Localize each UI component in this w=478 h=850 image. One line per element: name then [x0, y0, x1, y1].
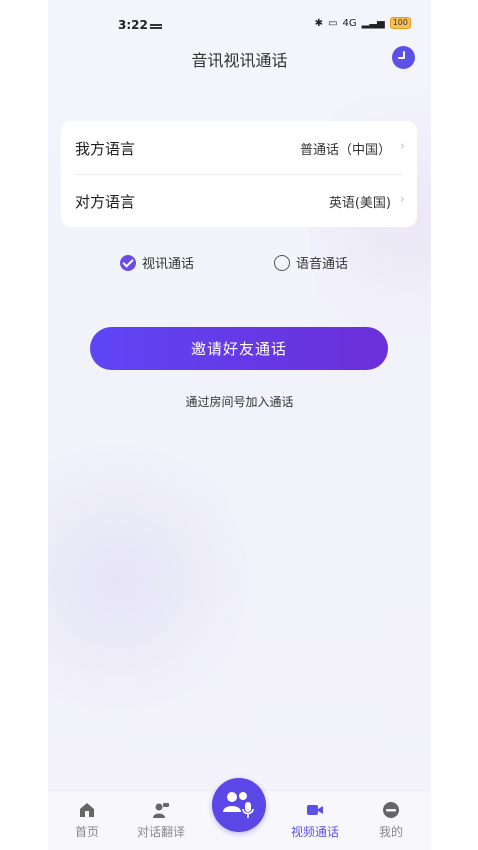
home-icon	[80, 803, 94, 817]
other-language-value: 英语(美国)	[328, 196, 391, 211]
status-icons: ✱ ▭ 4G ▂▃▅ 100	[315, 17, 411, 29]
other-language-label: 对方语言	[75, 193, 136, 211]
tab-home[interactable]: 首页	[57, 791, 117, 840]
tab-mine[interactable]: 我的	[361, 791, 421, 840]
tab-video-call-label: 视频通话	[290, 825, 339, 839]
voice-call-center-button[interactable]	[212, 778, 266, 832]
join-by-room-link[interactable]: 通过房间号加入通话	[48, 393, 431, 410]
nfc-icon: ▭	[328, 17, 338, 29]
bluetooth-icon: ✱	[314, 17, 324, 29]
history-clock-icon[interactable]	[392, 46, 415, 69]
voice-call-label: 语音通话	[296, 257, 349, 272]
chevron-right-icon: ›	[399, 139, 405, 154]
language-card: 我方语言 普通话（中国） › 对方语言 英语(美国) ›	[61, 121, 417, 227]
my-language-value: 普通话（中国）	[299, 143, 391, 158]
my-language-label: 我方语言	[75, 140, 136, 158]
invite-friend-button[interactable]: 邀请好友通话	[90, 327, 388, 370]
signal-icon: ▂▃▅	[361, 17, 385, 29]
voice-call-option[interactable]: 语音通话	[274, 253, 348, 272]
unchecked-radio-icon	[274, 254, 290, 271]
video-call-option[interactable]: 视讯通话	[120, 253, 194, 272]
battery-icon: 100	[389, 17, 411, 29]
conversation-icon	[153, 803, 169, 818]
other-language-row[interactable]: 对方语言 英语(美国) ›	[61, 174, 417, 227]
page-title: 音讯视讯通话	[191, 51, 288, 70]
video-camera-icon	[307, 805, 323, 815]
video-call-label: 视讯通话	[142, 257, 195, 272]
status-menu-icon	[150, 24, 162, 26]
chevron-right-icon: ›	[399, 192, 405, 207]
checked-radio-icon	[120, 254, 136, 271]
app-screen: 3:22 ✱ ▭ 4G ▂▃▅ 100 音讯视讯通话 我方语言 普通话（中国） …	[48, 0, 431, 850]
background-glow	[48, 420, 248, 740]
status-time: 3:22	[118, 18, 148, 32]
profile-icon	[383, 802, 399, 818]
tab-mine-label: 我的	[378, 825, 403, 839]
group-microphone-icon	[223, 792, 254, 818]
my-language-row[interactable]: 我方语言 普通话（中国） ›	[61, 121, 417, 174]
network-label: 4G	[342, 17, 357, 29]
tab-dialog[interactable]: 对话翻译	[131, 791, 191, 840]
tab-home-label: 首页	[74, 825, 99, 839]
tab-video-call[interactable]: 视频通话	[285, 791, 345, 840]
status-bar: 3:22 ✱ ▭ 4G ▂▃▅ 100	[48, 0, 431, 44]
tab-dialog-label: 对话翻译	[136, 825, 185, 839]
